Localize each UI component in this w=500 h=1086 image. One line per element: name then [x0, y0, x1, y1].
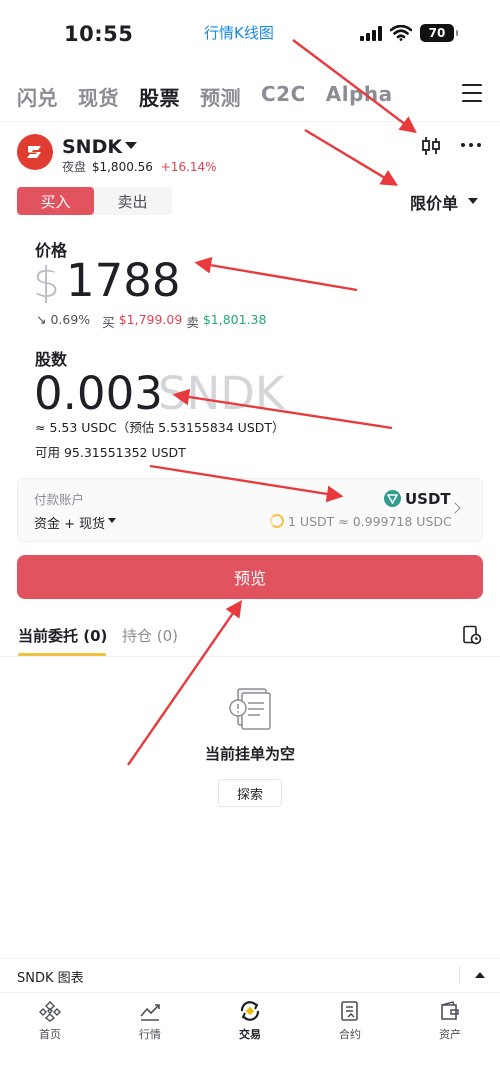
price-input[interactable]: 1788 — [66, 254, 181, 307]
payment-label: 付款账户 — [34, 492, 85, 507]
chevron-up-icon[interactable] — [475, 972, 485, 978]
nav-label: 交易 — [239, 1028, 261, 1041]
symbol-name[interactable]: SNDK — [62, 136, 122, 158]
tab-spot[interactable]: 现货 — [78, 82, 119, 111]
bottom-nav: 首页 行情 交易 合约 资产 — [0, 1000, 500, 1052]
order-type-select[interactable]: 限价单 — [410, 190, 458, 214]
divider — [0, 992, 500, 993]
sndk-logo — [17, 134, 53, 170]
tab-c2c[interactable]: C2C — [261, 82, 306, 111]
signal-icon — [360, 25, 382, 41]
battery-icon: 70 — [420, 24, 458, 42]
divider — [0, 958, 500, 959]
nav-home[interactable]: 首页 — [0, 1000, 100, 1052]
price-meta: ↘ 0.69% 买 $1,799.09 卖 $1,801.38 — [36, 312, 266, 331]
divider — [0, 121, 500, 122]
tab-positions[interactable]: 持仓 (0) — [122, 625, 178, 646]
empty-state-text: 当前挂单为空 — [204, 745, 295, 763]
tab-open-orders[interactable]: 当前委托 (0) — [18, 625, 107, 646]
empty-document-icon — [229, 688, 271, 730]
tab-alpha[interactable]: Alpha — [326, 82, 393, 111]
loading-icon — [270, 514, 284, 528]
annotation-label: 行情K线图 — [204, 24, 274, 42]
shares-unit: SNDK — [158, 367, 285, 420]
bid-price[interactable]: $1,799.09 — [119, 312, 183, 331]
kline-chart-icon[interactable] — [421, 136, 441, 156]
nav-markets[interactable]: 行情 — [100, 1000, 200, 1052]
buy-sell-toggle: 买入 卖出 — [17, 187, 172, 215]
chevron-down-icon[interactable] — [125, 142, 137, 149]
chart-toggle-label[interactable]: SNDK 图表 — [17, 967, 84, 986]
chevron-down-icon[interactable] — [468, 198, 478, 204]
tab-stocks[interactable]: 股票 — [139, 82, 180, 111]
home-icon — [39, 1001, 61, 1022]
nav-trade[interactable]: 交易 — [200, 1000, 300, 1052]
divider — [0, 656, 500, 657]
menu-icon[interactable] — [462, 84, 482, 102]
last-price: $1,800.56 — [91, 160, 153, 174]
annotation-arrow — [304, 128, 399, 186]
divider — [459, 966, 460, 984]
available-balance: 可用 95.31551352 USDT — [35, 445, 186, 460]
symbol-subline: 夜盘 $1,800.56 +16.14% — [62, 158, 217, 175]
market-icon — [140, 1004, 160, 1021]
chevron-down-icon[interactable] — [108, 518, 116, 523]
explore-button[interactable]: 探索 — [218, 779, 282, 807]
payment-account-card[interactable] — [17, 478, 483, 542]
ask-price[interactable]: $1,801.38 — [203, 312, 267, 331]
shares-input[interactable]: 0.003 — [34, 367, 163, 420]
price-change: +16.14% — [160, 160, 217, 174]
futures-icon — [341, 1001, 358, 1021]
nav-label: 首页 — [39, 1028, 61, 1041]
nav-label: 资产 — [439, 1028, 461, 1041]
status-icons: 70 — [360, 24, 458, 42]
top-tabs: 闪兑 现货 股票 预测 C2C Alpha — [17, 82, 413, 111]
tab-prediction[interactable]: 预测 — [200, 82, 241, 111]
shares-estimate: ≈ 5.53 USDC（预估 5.53155834 USDT） — [35, 420, 285, 435]
sell-button[interactable]: 卖出 — [94, 187, 171, 215]
annotation-arrow — [194, 256, 358, 292]
nav-futures[interactable]: 合约 — [300, 1000, 400, 1052]
trade-icon — [240, 1001, 260, 1021]
wallet-icon — [441, 1001, 459, 1020]
currency-symbol: $ — [33, 258, 60, 307]
more-icon[interactable] — [461, 143, 481, 147]
payment-account-select[interactable]: 资金 + 现货 — [34, 513, 105, 532]
session-label: 夜盘 — [62, 160, 87, 174]
bid-label: 买 — [102, 315, 115, 330]
nav-label: 行情 — [139, 1028, 161, 1041]
exchange-rate: 1 USDT ≈ 0.999718 USDC — [288, 514, 452, 529]
tab-convert[interactable]: 闪兑 — [17, 82, 58, 111]
nav-label: 合约 — [339, 1028, 361, 1041]
order-history-icon[interactable] — [462, 625, 482, 645]
status-time: 10:55 — [64, 22, 134, 46]
wifi-icon — [390, 25, 412, 41]
price-diff: ↘ 0.69% — [36, 312, 91, 327]
preview-button[interactable]: 预览 — [17, 555, 483, 599]
buy-button[interactable]: 买入 — [17, 187, 94, 215]
ask-label: 卖 — [186, 315, 199, 330]
usdt-icon — [384, 490, 401, 507]
asset-name[interactable]: USDT — [405, 490, 451, 508]
nav-assets[interactable]: 资产 — [400, 1000, 500, 1052]
